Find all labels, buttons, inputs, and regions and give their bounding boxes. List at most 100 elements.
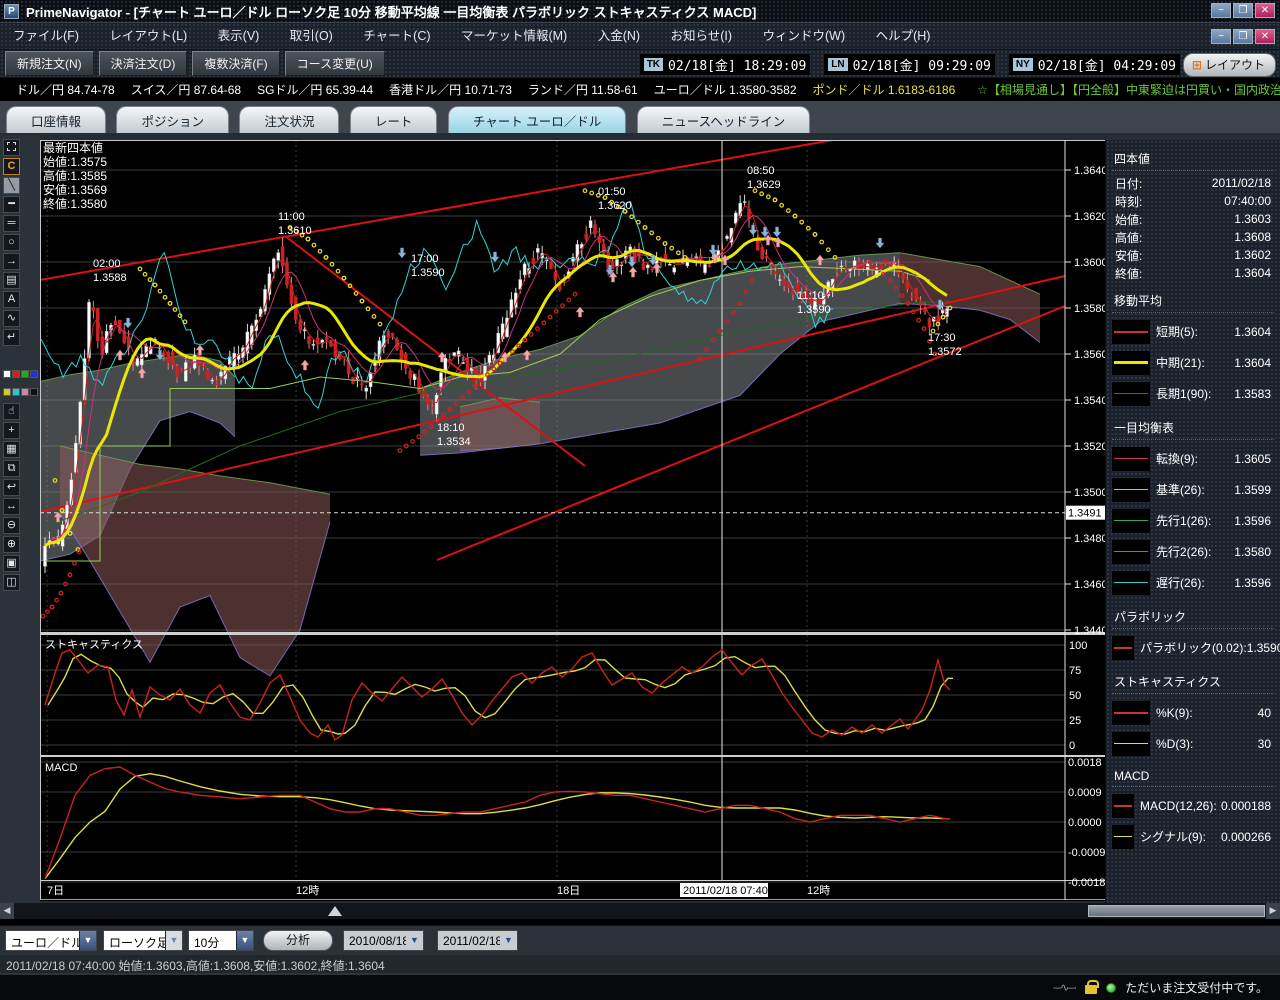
course-change-button[interactable]: コース変更(U) <box>285 51 385 76</box>
restore-button[interactable]: ❐ <box>1233 3 1253 18</box>
svg-text:1.3590: 1.3590 <box>797 304 831 316</box>
scroll-left-arrow[interactable]: ◀ <box>0 903 14 919</box>
color-white[interactable] <box>3 370 11 378</box>
chart-hscrollbar[interactable]: ◀ ▶ <box>0 903 1280 919</box>
tab-chart-eurusd[interactable]: チャート ユーロ／ドル <box>448 106 626 134</box>
arrow-tool[interactable]: → <box>3 253 20 270</box>
ohlc-time-row: 時刻:07:40:00 <box>1106 192 1280 210</box>
order-accept-message: ただいま注文受付中です。 <box>1125 979 1268 996</box>
close-button[interactable]: ✕ <box>1255 3 1275 18</box>
menu-market-info[interactable]: マーケット情報(M) <box>448 23 580 49</box>
parabolic-swatch <box>1112 636 1134 660</box>
rate-usdjpy: ドル／円 84.74-78 <box>16 81 115 98</box>
minimize-button[interactable]: − <box>1211 3 1231 18</box>
zoom-in-tool[interactable]: ⊕ <box>3 536 20 553</box>
menu-deposit[interactable]: 入金(N) <box>585 23 653 49</box>
ellipse-tool[interactable]: ○ <box>3 234 20 251</box>
color-black[interactable] <box>30 388 38 396</box>
symbol-select[interactable]: ユーロ／ドル▼ <box>5 930 97 951</box>
child-close-button[interactable]: ✕ <box>1255 29 1275 44</box>
child-minimize-button[interactable]: − <box>1211 29 1231 44</box>
grid-tool[interactable]: ▦ <box>3 441 20 458</box>
svg-text:7日: 7日 <box>47 885 64 897</box>
color-pink[interactable] <box>21 388 29 396</box>
chart-type-select[interactable]: ローソク足▼ <box>103 930 183 951</box>
menu-window[interactable]: ウィンドウ(W) <box>750 23 859 49</box>
menu-notice[interactable]: お知らせ(I) <box>658 23 746 49</box>
chevron-down-icon[interactable]: ▼ <box>500 931 517 950</box>
news-ticker: ☆【相場見通し】【円全般】中東緊迫は円買い・国内政治不安は円安要因＝来週の展 <box>977 81 1280 98</box>
copy-tool[interactable]: ⧉ <box>3 460 20 477</box>
senkou1-row: 先行1(26):1.3596 <box>1106 505 1280 536</box>
c-tool[interactable]: C <box>3 158 20 175</box>
svg-text:2011/02/18 07:40: 2011/02/18 07:40 <box>683 885 768 897</box>
scroll-thumb[interactable] <box>1088 905 1265 917</box>
chevron-down-icon[interactable]: ▼ <box>236 931 253 950</box>
color-green[interactable] <box>21 370 29 378</box>
tab-order-status[interactable]: 注文状況 <box>239 106 339 134</box>
menu-trade[interactable]: 取引(O) <box>277 23 346 49</box>
trendline-tool[interactable]: ╲ <box>3 177 20 194</box>
layout-button[interactable]: ⊞レイアウト <box>1183 53 1276 77</box>
date-to-select[interactable]: 2011/02/18▼ <box>437 930 518 951</box>
svg-text:75: 75 <box>1069 665 1081 677</box>
menu-layout[interactable]: レイアウト(L) <box>96 23 200 49</box>
svg-text:12時: 12時 <box>296 884 319 897</box>
save-tool[interactable]: ◫ <box>3 574 20 591</box>
menu-file[interactable]: ファイル(F) <box>0 23 92 49</box>
rate-gbpusd: ポンド／ドル 1.6183-6186 <box>813 81 956 98</box>
clock-zone-badge: NY <box>1013 58 1033 71</box>
tab-rates[interactable]: レート <box>350 106 438 134</box>
text-tool[interactable]: A <box>3 291 20 308</box>
senkou1-swatch <box>1112 509 1150 533</box>
kijun-row: 基準(26):1.3599 <box>1106 474 1280 505</box>
chart-area[interactable]: 1.36401.36201.36001.35801.35601.35401.35… <box>40 140 1105 901</box>
chikou-swatch <box>1112 571 1150 595</box>
parallel-lines-tool[interactable]: ═ <box>3 215 20 232</box>
timeframe-select[interactable]: 10分▼ <box>188 930 254 951</box>
hline-tool[interactable]: ━ <box>3 196 20 213</box>
macd-row: MACD(12,26):0.000188 <box>1106 790 1280 821</box>
ma-short-row: 短期(5):1.3604 <box>1106 316 1280 347</box>
clock-time: 02/18[金] 18:29:09 <box>668 55 806 74</box>
svg-text:0.0018: 0.0018 <box>1068 757 1102 769</box>
back-tool[interactable]: ↩ <box>3 479 20 496</box>
menu-help[interactable]: ヘルプ(H) <box>863 23 944 49</box>
tab-positions[interactable]: ポジション <box>116 106 229 134</box>
print-tool[interactable]: ▣ <box>3 555 20 572</box>
color-yellow[interactable] <box>3 388 11 396</box>
menu-chart[interactable]: チャート(C) <box>350 23 443 49</box>
hand-tool[interactable]: ☝ <box>3 403 20 420</box>
hatch-tool[interactable]: ▤ <box>3 272 20 289</box>
svg-text:1.3620: 1.3620 <box>598 200 632 212</box>
select-tool[interactable] <box>3 139 20 156</box>
scroll-position-marker[interactable] <box>328 906 342 916</box>
color-blue[interactable] <box>30 370 38 378</box>
crosshair-tool[interactable]: + <box>3 422 20 439</box>
color-cyan[interactable] <box>12 388 20 396</box>
child-restore-button[interactable]: ❐ <box>1233 29 1253 44</box>
tab-news-headline[interactable]: ニュースヘッドライン <box>637 106 811 134</box>
svg-text:12時: 12時 <box>807 884 830 897</box>
date-from-select[interactable]: 2010/08/18▼ <box>343 930 424 951</box>
new-order-button[interactable]: 新規注文(N) <box>5 51 94 76</box>
section-ma: 移動平均 <box>1112 291 1274 313</box>
analyze-button[interactable]: 分析 <box>263 930 333 951</box>
app-logo-icon: P <box>4 4 19 19</box>
color-red[interactable] <box>12 370 20 378</box>
menu-view[interactable]: 表示(V) <box>205 23 273 49</box>
drawing-tool-strip: C ╲ ━ ═ ○ → ▤ A ∿ ↵ ☝ + ▦ ⧉ ↩ ↔ ⊖ ⊕ ▣ ◫ <box>0 135 40 903</box>
svg-text:18日: 18日 <box>557 885 580 897</box>
chevron-down-icon[interactable]: ▼ <box>79 931 96 950</box>
tab-account-info[interactable]: 口座情報 <box>6 106 106 134</box>
undo-tool[interactable]: ↵ <box>3 329 20 346</box>
chevron-down-icon[interactable]: ▼ <box>165 931 182 950</box>
zoom-out-tool[interactable]: ⊖ <box>3 517 20 534</box>
hrange-tool[interactable]: ↔ <box>3 498 20 515</box>
fibonacci-tool[interactable]: ∿ <box>3 310 20 327</box>
close-order-button[interactable]: 決済注文(D) <box>99 51 188 76</box>
scroll-right-arrow[interactable]: ▶ <box>1266 903 1280 919</box>
chevron-down-icon[interactable]: ▼ <box>406 931 423 950</box>
multi-close-button[interactable]: 複数決済(F) <box>192 51 279 76</box>
price-chart[interactable]: 1.36401.36201.36001.35801.35601.35401.35… <box>40 140 1105 901</box>
